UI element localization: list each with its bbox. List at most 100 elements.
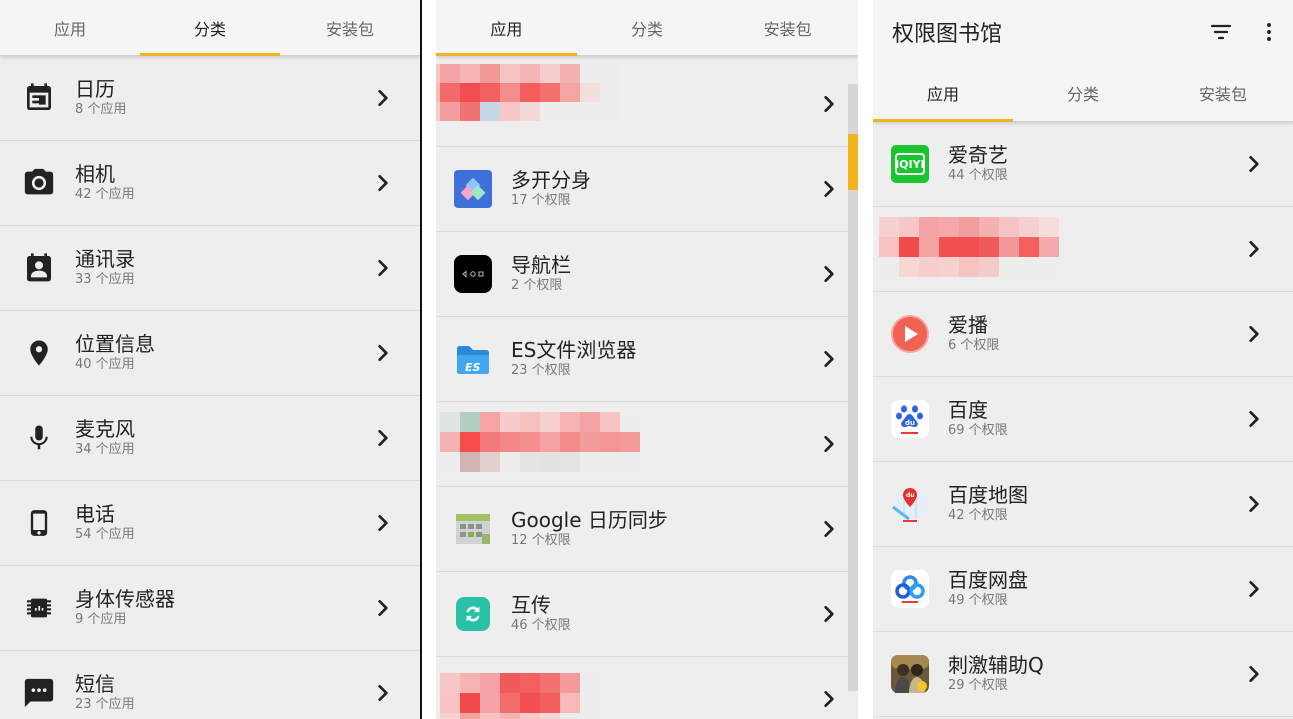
list-item[interactable]: 互传 46 个权限: [436, 572, 858, 657]
list-item[interactable]: 麦克风 34 个应用: [0, 396, 420, 481]
calendar-icon: [20, 79, 58, 117]
list-item[interactable]: 多开分身 17 个权限: [436, 147, 858, 232]
multi-instance-app-icon: [454, 170, 492, 208]
tab-bar: 应用 分类 安装包: [0, 0, 420, 56]
baidu-paw-icon: du: [891, 400, 929, 438]
list-item[interactable]: 通讯录 33 个应用: [0, 226, 420, 311]
app-list: iQIYI 爱奇艺 44 个权限 爱播 6 个权限 du 百度 69 个权限 d…: [873, 122, 1293, 717]
item-title: ES文件浏览器: [511, 338, 637, 362]
redacted-mosaic: [436, 64, 620, 121]
list-item[interactable]: 导航栏 2 个权限: [436, 232, 858, 317]
list-item[interactable]: [436, 657, 858, 719]
app-list: 多开分身17 个权限 导航栏2 个权限 ES ES文件浏览器23 个权限: [436, 62, 858, 719]
item-count: 6 个权限: [948, 338, 1000, 353]
item-title: 百度地图: [948, 483, 1028, 507]
list-item[interactable]: 位置信息 40 个应用: [0, 311, 420, 396]
more-vert-icon[interactable]: [1245, 8, 1293, 56]
item-title: 身体传感器: [75, 587, 175, 611]
sms-icon: [20, 674, 58, 712]
page-title: 权限图书馆: [892, 22, 1003, 47]
item-count: 42 个应用: [75, 187, 135, 202]
item-title: 相机: [75, 162, 115, 186]
item-count: 23 个应用: [75, 697, 135, 712]
list-item[interactable]: ES ES文件浏览器 23 个权限: [436, 317, 858, 402]
item-title: 互传: [511, 593, 551, 617]
tab-apps[interactable]: 应用: [873, 64, 1013, 122]
item-count: 42 个权限: [948, 508, 1008, 523]
permission-library-panel: 权限图书馆 应用 分类 安装包 iQIYI 爱奇艺 44 个权限 爱播 6 个权…: [873, 0, 1293, 719]
item-title: 百度网盘: [948, 568, 1028, 592]
panel-separator: [420, 0, 422, 719]
list-item[interactable]: 短信 23 个应用: [0, 651, 420, 719]
item-count: 23 个权限: [511, 363, 571, 378]
item-count: 12 个权限: [511, 533, 571, 548]
item-title: 日历: [75, 77, 115, 101]
list-item[interactable]: du 百度 69 个权限: [873, 377, 1293, 462]
microphone-icon: [20, 419, 58, 457]
phone-icon: [20, 504, 58, 542]
chevron-right-icon: [1239, 574, 1269, 604]
item-count: 34 个应用: [75, 442, 135, 457]
tab-categories[interactable]: 分类: [1013, 64, 1153, 121]
chevron-right-icon: [368, 678, 398, 708]
tab-apps[interactable]: 应用: [0, 0, 140, 55]
chevron-right-icon: [368, 423, 398, 453]
chevron-right-icon: [368, 83, 398, 113]
tab-apps[interactable]: 应用: [436, 0, 577, 56]
list-item[interactable]: 电话 54 个应用: [0, 481, 420, 566]
apps-panel: 应用 分类 安装包 多开分身 17 个权限 导航栏 2 个权限 ES ES文件浏…: [436, 0, 858, 719]
chevron-right-icon: [368, 168, 398, 198]
list-item[interactable]: [873, 207, 1293, 292]
item-title: 多开分身: [511, 168, 591, 192]
item-count: 46 个权限: [511, 618, 571, 633]
item-count: 33 个应用: [75, 272, 135, 287]
list-item[interactable]: iQIYI 爱奇艺 44 个权限: [873, 122, 1293, 207]
tab-packages[interactable]: 安装包: [280, 0, 420, 55]
item-count: 29 个权限: [948, 678, 1008, 693]
tab-packages[interactable]: 安装包: [1153, 64, 1293, 121]
app-bar: 权限图书馆: [873, 0, 1293, 64]
list-item[interactable]: [436, 402, 858, 487]
list-item[interactable]: 日历 8 个应用: [0, 56, 420, 141]
list-item[interactable]: du 百度地图 42 个权限: [873, 462, 1293, 547]
list-item[interactable]: 百度网盘 49 个权限: [873, 547, 1293, 632]
item-title: 麦克风: [75, 417, 135, 441]
contacts-icon: [20, 249, 58, 287]
list-item[interactable]: 相机 42 个应用: [0, 141, 420, 226]
navigation-bar-app-icon: [454, 255, 492, 293]
tab-categories[interactable]: 分类: [577, 0, 718, 55]
item-count: 17 个权限: [511, 193, 571, 208]
list-item[interactable]: Google 日历同步 12 个权限: [436, 487, 858, 572]
chevron-right-icon: [368, 253, 398, 283]
list-item[interactable]: 刺激辅助Q 29 个权限: [873, 632, 1293, 717]
chevron-right-icon: [814, 429, 844, 459]
categories-panel: 应用 分类 安装包 日历8 个应用 相机42 个应用 通讯录33 个应用: [0, 0, 420, 719]
chevron-right-icon: [814, 684, 844, 714]
chevron-right-icon: [368, 508, 398, 538]
list-item[interactable]: 爱播 6 个权限: [873, 292, 1293, 377]
iqiyi-icon: iQIYI: [891, 145, 929, 183]
item-title: 位置信息: [75, 332, 155, 356]
item-title: Google 日历同步: [511, 508, 668, 532]
baidu-netdisk-icon: [891, 570, 929, 608]
sensor-chip-icon: [20, 589, 58, 627]
svg-text:du: du: [905, 419, 915, 427]
category-list: 日历 8 个应用 相机 42 个应用 通讯录 33 个应用 位置信息 40 个应用: [0, 56, 420, 719]
chevron-right-icon: [1239, 489, 1269, 519]
svg-text:ES: ES: [465, 361, 481, 374]
list-item[interactable]: 身体传感器 9 个应用: [0, 566, 420, 651]
tab-packages[interactable]: 安装包: [717, 0, 858, 55]
tab-categories[interactable]: 分类: [140, 0, 280, 56]
tab-bar: 应用 分类 安装包: [436, 0, 858, 56]
item-title: 短信: [75, 672, 115, 696]
list-item[interactable]: [436, 62, 858, 147]
item-count: 69 个权限: [948, 423, 1008, 438]
es-file-explorer-icon: ES: [454, 340, 492, 378]
scrollbar-thumb[interactable]: [848, 134, 858, 190]
redacted-mosaic: [440, 412, 640, 472]
transfer-app-icon: [454, 595, 492, 633]
aibo-play-icon: [891, 315, 929, 353]
location-icon: [20, 334, 58, 372]
chevron-right-icon: [814, 174, 844, 204]
filter-icon[interactable]: [1197, 8, 1245, 56]
